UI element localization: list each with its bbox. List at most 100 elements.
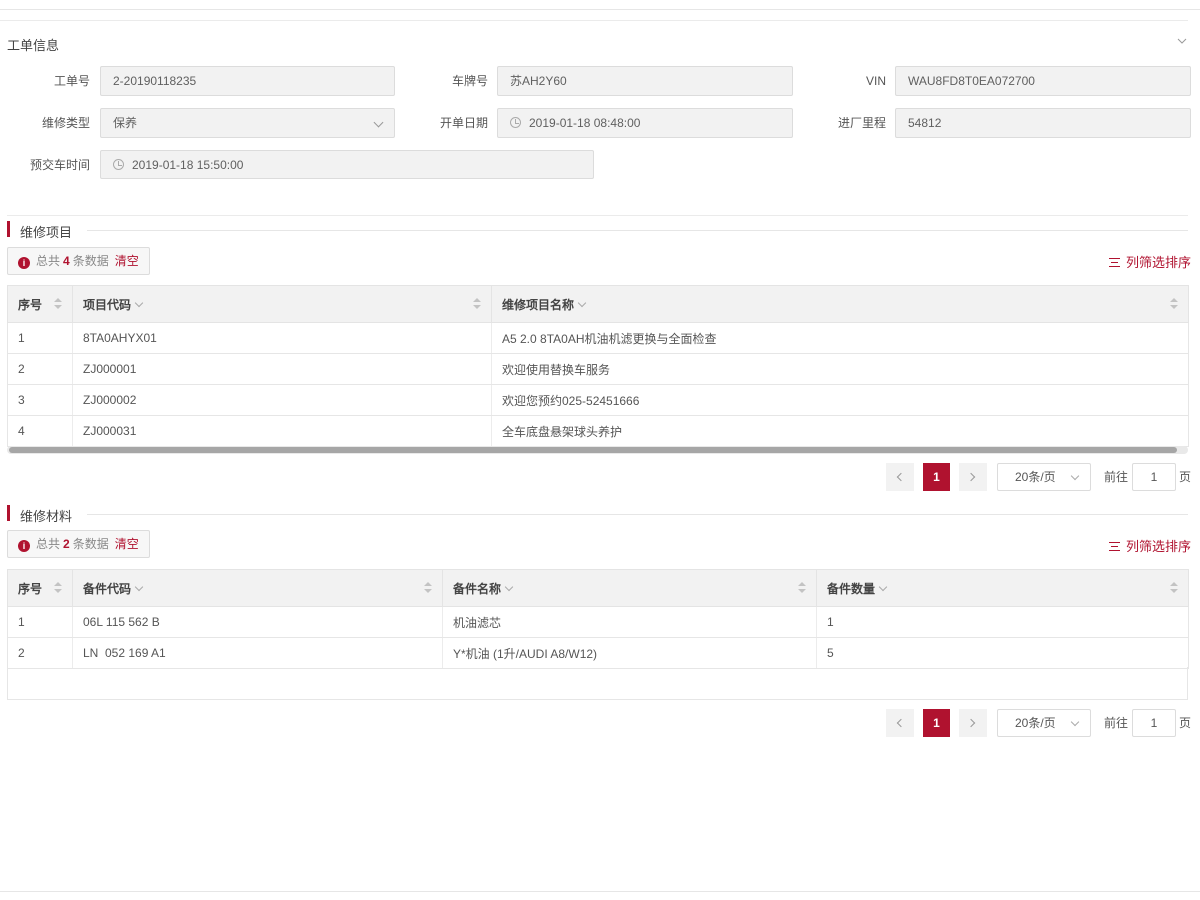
summary-count: 2 xyxy=(63,537,70,551)
page-unit-label: 页 xyxy=(1179,470,1192,484)
prev-page-button[interactable] xyxy=(886,463,914,491)
col-header-name[interactable]: 维修项目名称 xyxy=(491,285,1189,323)
clear-button[interactable]: 清空 xyxy=(115,537,139,551)
table-header-row: 序号 项目代码 维修项目名称 xyxy=(7,285,1189,323)
form-row-1: 工单号 2-20190118235 车牌号 苏AH2Y60 VIN WAU8FD… xyxy=(0,66,1200,96)
chevron-down-icon xyxy=(1070,471,1080,481)
goto-page-input[interactable]: 1 xyxy=(1132,463,1176,491)
vin-value: WAU8FD8T0EA072700 xyxy=(908,74,1035,88)
cell-part-qty: 1 xyxy=(816,606,1189,638)
chevron-down-icon[interactable] xyxy=(504,582,514,591)
column-filter-label: 列筛选排序 xyxy=(1125,255,1191,270)
sort-icon[interactable] xyxy=(54,582,62,594)
title-divider xyxy=(87,230,1188,231)
col-header-code[interactable]: 项目代码 xyxy=(72,285,492,323)
chevron-down-icon xyxy=(373,117,384,128)
repair-type-select[interactable]: 保养 xyxy=(100,108,395,138)
page-unit-label: 页 xyxy=(1179,716,1192,730)
sort-icon[interactable] xyxy=(1170,582,1178,594)
summary-prefix: 总共 xyxy=(36,537,61,551)
delivery-time-label: 预交车时间 xyxy=(29,158,90,172)
cell-index: 2 xyxy=(7,637,73,669)
next-page-button[interactable] xyxy=(959,463,987,491)
delivery-time-value: 2019-01-18 15:50:00 xyxy=(132,158,244,172)
sort-icon[interactable] xyxy=(798,582,806,594)
bottom-divider xyxy=(0,891,1200,892)
cell-part-name: Y*机油 (1升/AUDI A8/W12) xyxy=(442,637,817,669)
column-filter-button[interactable]: 列筛选排序 xyxy=(1108,252,1191,270)
sort-icon[interactable] xyxy=(473,298,481,310)
chevron-down-icon[interactable] xyxy=(134,582,144,591)
sort-icon[interactable] xyxy=(424,582,432,594)
chevron-down-icon[interactable] xyxy=(134,298,144,307)
cell-part-name: 机油滤芯 xyxy=(442,606,817,638)
repair-materials-summary: i 总共 2 条数据 清空 xyxy=(7,530,150,558)
table-row[interactable]: 4 ZJ000031 全车底盘悬架球头养护 xyxy=(7,415,1189,447)
page-size-select[interactable]: 20条/页 xyxy=(997,709,1091,737)
form-row-2: 维修类型 保养 开单日期 2019-01-18 08:48:00 进厂里程 54… xyxy=(0,108,1200,138)
chevron-down-icon[interactable] xyxy=(577,298,587,307)
vin-label: VIN xyxy=(865,74,886,88)
open-date-field[interactable]: 2019-01-18 08:48:00 xyxy=(497,108,793,138)
col-header-index[interactable]: 序号 xyxy=(7,569,73,607)
repair-type-value: 保养 xyxy=(113,116,138,130)
sort-icon[interactable] xyxy=(1170,298,1178,310)
page-size-value: 20条/页 xyxy=(1015,470,1056,484)
page-size-value: 20条/页 xyxy=(1015,716,1056,730)
cell-name: 欢迎使用替换车服务 xyxy=(491,353,1189,385)
next-page-button[interactable] xyxy=(959,709,987,737)
clear-button[interactable]: 清空 xyxy=(115,254,139,268)
vin-field[interactable]: WAU8FD8T0EA072700 xyxy=(895,66,1191,96)
col-header-index[interactable]: 序号 xyxy=(7,285,73,323)
repair-items-pagination: 1 20条/页 前往 1 页 xyxy=(886,463,1192,491)
goto-page-input[interactable]: 1 xyxy=(1132,709,1176,737)
info-icon: i xyxy=(18,257,30,269)
cell-index: 3 xyxy=(7,384,73,416)
repair-materials-table: 序号 备件代码 备件名称 备件数量 1 06L 115 562 B 机油滤芯 1… xyxy=(7,569,1189,669)
page-size-select[interactable]: 20条/页 xyxy=(997,463,1091,491)
col-header-text: 备件代码 xyxy=(83,581,132,596)
chevron-right-icon xyxy=(966,472,976,482)
order-no-label: 工单号 xyxy=(53,74,90,88)
accent-bar xyxy=(7,221,10,237)
column-filter-button[interactable]: 列筛选排序 xyxy=(1108,536,1191,554)
cell-code: 8TA0AHYX01 xyxy=(72,322,492,354)
accent-bar xyxy=(7,505,10,521)
clock-icon xyxy=(113,159,124,170)
chevron-down-icon[interactable] xyxy=(878,582,888,591)
current-page-button[interactable]: 1 xyxy=(923,463,950,491)
table-row[interactable]: 2 LN 052 169 A1 Y*机油 (1升/AUDI A8/W12) 5 xyxy=(7,637,1189,669)
scrollbar-thumb[interactable] xyxy=(9,447,1177,453)
cell-index: 2 xyxy=(7,353,73,385)
prev-page-button[interactable] xyxy=(886,709,914,737)
order-info-header[interactable]: 工单信息 xyxy=(0,20,1188,60)
cell-part-code: LN 052 169 A1 xyxy=(72,637,443,669)
repair-materials-pagination: 1 20条/页 前往 1 页 xyxy=(886,709,1192,737)
plate-no-value: 苏AH2Y60 xyxy=(510,74,567,88)
current-page-button[interactable]: 1 xyxy=(923,709,950,737)
cell-index: 1 xyxy=(7,322,73,354)
chevron-down-icon[interactable] xyxy=(1176,36,1188,46)
chevron-left-icon xyxy=(896,718,906,728)
mileage-field[interactable]: 54812 xyxy=(895,108,1191,138)
col-header-part-qty[interactable]: 备件数量 xyxy=(816,569,1189,607)
summary-suffix: 条数据 xyxy=(72,537,109,551)
table-row[interactable]: 1 06L 115 562 B 机油滤芯 1 xyxy=(7,606,1189,638)
table-row[interactable]: 3 ZJ000002 欢迎您预约025-52451666 xyxy=(7,384,1189,416)
col-header-part-name[interactable]: 备件名称 xyxy=(442,569,817,607)
table-empty-space xyxy=(7,667,1188,700)
repair-items-summary: i 总共 4 条数据 清空 xyxy=(7,247,150,275)
chevron-left-icon xyxy=(896,472,906,482)
plate-no-field[interactable]: 苏AH2Y60 xyxy=(497,66,793,96)
horizontal-scrollbar[interactable] xyxy=(7,446,1188,454)
open-date-label: 开单日期 xyxy=(439,116,488,130)
order-no-field[interactable]: 2-20190118235 xyxy=(100,66,395,96)
cell-part-code: 06L 115 562 B xyxy=(72,606,443,638)
sort-icon[interactable] xyxy=(54,298,62,310)
col-header-part-code[interactable]: 备件代码 xyxy=(72,569,443,607)
col-header-text: 项目代码 xyxy=(83,297,132,312)
table-row[interactable]: 1 8TA0AHYX01 A5 2.0 8TA0AH机油机滤更换与全面检查 xyxy=(7,322,1189,354)
cell-code: ZJ000002 xyxy=(72,384,492,416)
delivery-time-field[interactable]: 2019-01-18 15:50:00 xyxy=(100,150,594,179)
table-row[interactable]: 2 ZJ000001 欢迎使用替换车服务 xyxy=(7,353,1189,385)
